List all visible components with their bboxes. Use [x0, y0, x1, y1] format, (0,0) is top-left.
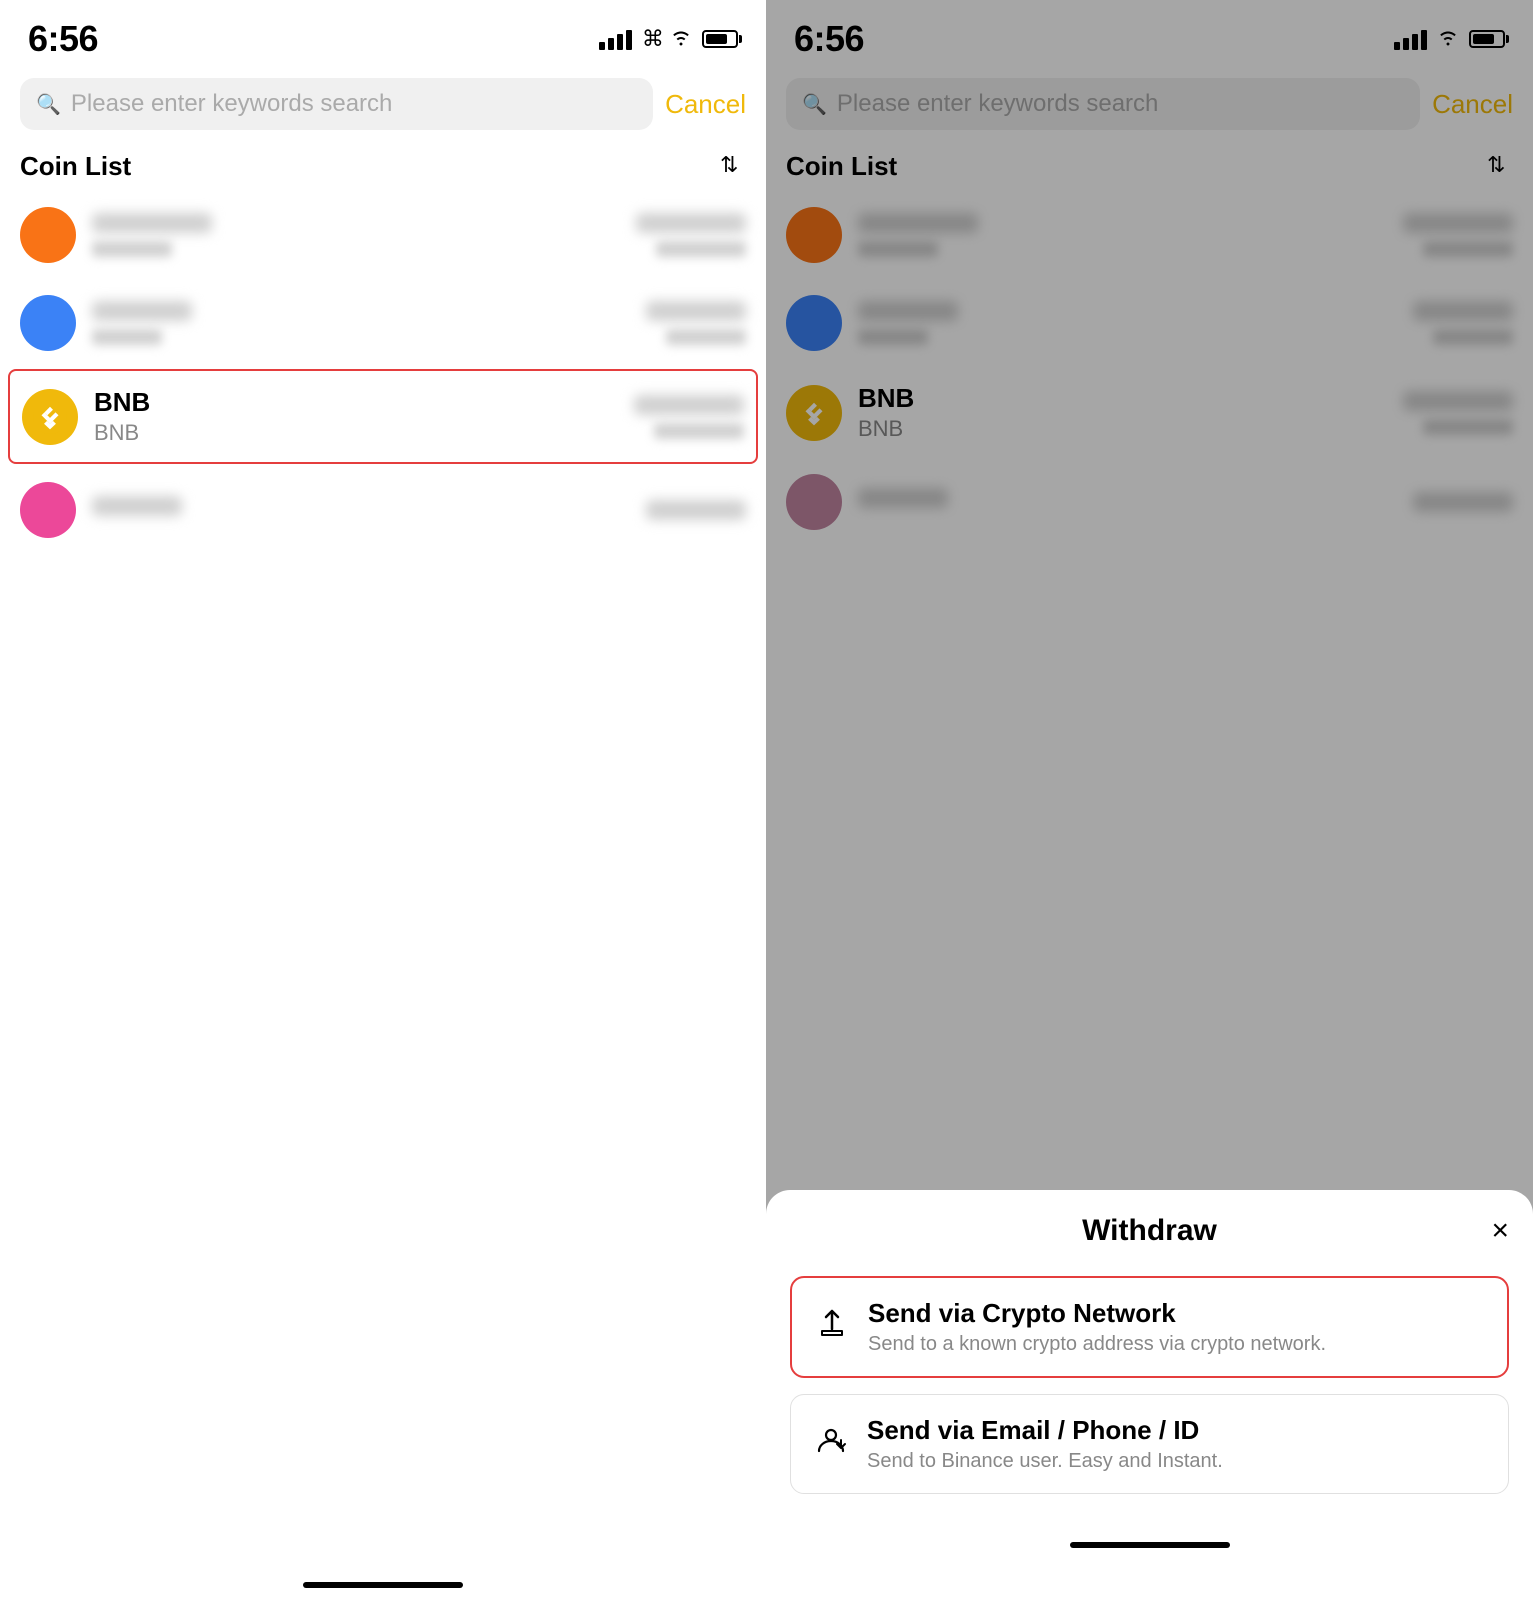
- left-cancel-button[interactable]: Cancel: [665, 89, 746, 120]
- coin-info-blurred: [92, 301, 630, 345]
- left-time: 6:56: [28, 18, 98, 60]
- coin-icon-blue: [20, 295, 76, 351]
- bnb-coin-name: BNB: [94, 387, 618, 418]
- crypto-option-desc: Send to a known crypto address via crypt…: [868, 1333, 1326, 1356]
- right-home-bar: [1070, 1542, 1230, 1548]
- left-coin-list-title: Coin List: [20, 151, 131, 182]
- left-search-input-container[interactable]: 🔍 Please enter keywords search: [20, 78, 653, 130]
- signal-icon: [599, 28, 632, 50]
- bnb-list-item[interactable]: BNB BNB: [8, 369, 758, 464]
- coin-icon-orange: [20, 207, 76, 263]
- wifi-icon: ⌘: [642, 26, 692, 52]
- coin-right-blurred: [636, 213, 746, 257]
- withdraw-modal: Withdraw × Send via Crypto Network Send …: [766, 1190, 1533, 1600]
- email-option-desc: Send to Binance user. Easy and Instant.: [867, 1450, 1223, 1473]
- coin-info-blurred: [92, 213, 620, 257]
- svg-text:⇅: ⇅: [720, 152, 738, 176]
- crypto-option-title: Send via Crypto Network: [868, 1298, 1326, 1329]
- left-search-bar[interactable]: 🔍 Please enter keywords search Cancel: [0, 70, 766, 140]
- modal-close-button[interactable]: ×: [1491, 1214, 1509, 1248]
- left-phone-panel: 6:56 ⌘ 🔍 Please enter key: [0, 0, 766, 1600]
- list-item[interactable]: [0, 191, 766, 279]
- left-status-bar: 6:56 ⌘: [0, 0, 766, 70]
- coin-right-blurred: [646, 500, 746, 520]
- coin-right-blurred: [646, 301, 746, 345]
- upload-icon: [812, 1307, 852, 1347]
- right-home-indicator: [790, 1510, 1509, 1560]
- left-home-indicator: [0, 1550, 766, 1600]
- bnb-coin-info: BNB BNB: [94, 387, 618, 446]
- coin-icon-pink: [20, 482, 76, 538]
- crypto-option-text: Send via Crypto Network Send to a known …: [868, 1298, 1326, 1356]
- crypto-network-option[interactable]: Send via Crypto Network Send to a known …: [790, 1276, 1509, 1378]
- right-phone-panel: 6:56: [766, 0, 1533, 1600]
- coin-info-blurred: [92, 496, 630, 524]
- list-item[interactable]: [0, 466, 766, 554]
- search-icon: 🔍: [36, 92, 61, 117]
- battery-icon: [702, 30, 738, 48]
- left-coin-list: BNB BNB: [0, 191, 766, 1550]
- email-option-text: Send via Email / Phone / ID Send to Bina…: [867, 1415, 1223, 1473]
- bnb-right-blurred: [634, 395, 744, 439]
- email-option-title: Send via Email / Phone / ID: [867, 1415, 1223, 1446]
- bnb-icon: [22, 389, 78, 445]
- left-status-icons: ⌘: [599, 26, 738, 52]
- contact-icon: [811, 1424, 851, 1464]
- list-item[interactable]: [0, 279, 766, 367]
- home-bar: [303, 1582, 463, 1588]
- email-phone-option[interactable]: Send via Email / Phone / ID Send to Bina…: [790, 1394, 1509, 1494]
- modal-title: Withdraw: [1082, 1214, 1217, 1248]
- sort-icon[interactable]: ⇅: [720, 150, 746, 183]
- bnb-coin-ticker: BNB: [94, 420, 618, 446]
- left-search-placeholder: Please enter keywords search: [71, 90, 393, 118]
- modal-header: Withdraw ×: [790, 1214, 1509, 1248]
- left-coin-list-header: Coin List ⇅: [0, 140, 766, 191]
